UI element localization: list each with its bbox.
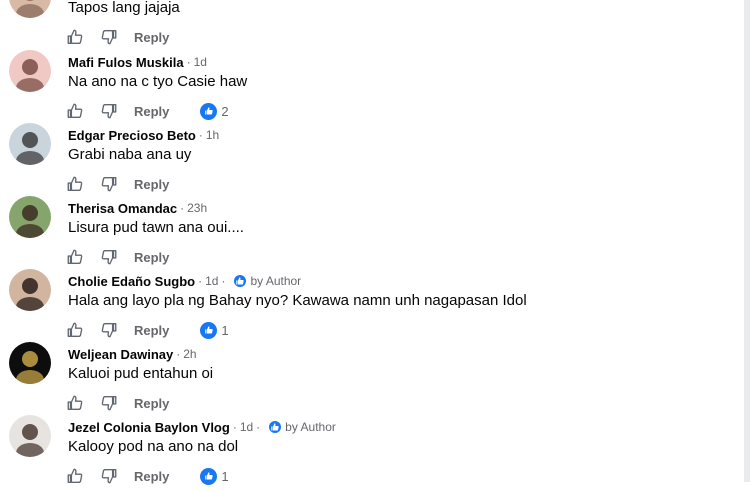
reply-button[interactable]: Reply	[134, 469, 169, 484]
author-badge-icon	[269, 421, 282, 433]
scrollbar-track[interactable]	[744, 0, 750, 482]
avatar[interactable]	[9, 0, 51, 18]
thumbs-up-icon[interactable]	[66, 394, 84, 412]
commenter-name[interactable]: Cholie Edaño Sugbo	[68, 274, 195, 289]
comment-text: Kaluoi pud entahun oi	[68, 365, 214, 382]
thumbs-up-icon[interactable]	[66, 321, 84, 339]
comment-item: Tapos lang jajaja Reply	[0, 0, 744, 52]
comment-timestamp[interactable]: 1d	[194, 55, 207, 69]
comment-item: Weljean Dawinay · 2h Kaluoi pud entahun oi R…	[0, 342, 744, 418]
commenter-name[interactable]: Mafi Fulos Muskila	[68, 55, 184, 70]
thumbs-down-icon[interactable]	[100, 321, 118, 339]
separator-dot: ·	[232, 420, 237, 434]
author-reaction-badge: by Author	[234, 274, 301, 288]
comment-meta: Edgar Precioso Beto · 1h	[68, 126, 219, 144]
comment-actions: Reply	[66, 393, 169, 413]
comment-text: Hala ang layo pla ng Bahay nyo? Kawawa n…	[68, 292, 527, 309]
comment-text: Tapos lang jajaja	[68, 0, 180, 16]
commenter-name[interactable]: Therisa Omandac	[68, 201, 177, 216]
thumbs-up-icon[interactable]	[66, 175, 84, 193]
commenter-name[interactable]: Weljean Dawinay	[68, 347, 173, 362]
thumbs-down-icon[interactable]	[100, 175, 118, 193]
comment-item: Mafi Fulos Muskila · 1d Na ano na c tyo Cas…	[0, 50, 744, 126]
avatar[interactable]	[9, 196, 51, 238]
reply-button[interactable]: Reply	[134, 30, 169, 45]
comment-timestamp[interactable]: 2h	[183, 347, 196, 361]
commenter-name[interactable]: Jezel Colonia Baylon Vlog	[68, 420, 230, 435]
author-badge-icon	[234, 275, 247, 287]
reaction-count-number: 1	[221, 322, 229, 338]
reaction-count[interactable]: 2	[200, 102, 229, 120]
thumbs-down-icon[interactable]	[100, 394, 118, 412]
comment-actions: Reply 1	[66, 320, 229, 340]
like-reaction-icon	[200, 102, 218, 120]
comment-actions: Reply	[66, 27, 169, 47]
comment-item: Jezel Colonia Baylon Vlog · 1d · by Author Ka…	[0, 415, 744, 491]
comment-meta: Mafi Fulos Muskila · 1d	[68, 53, 207, 71]
comment-text: Na ano na c tyo Casie haw	[68, 73, 248, 90]
comment-item: Edgar Precioso Beto · 1h Grabi naba ana uy R…	[0, 123, 744, 199]
comment-timestamp[interactable]: 1d	[240, 420, 253, 434]
reaction-count-number: 2	[221, 103, 229, 119]
thumbs-down-icon[interactable]	[100, 102, 118, 120]
separator-dot: ·	[176, 347, 181, 361]
comment-actions: Reply 2	[66, 101, 229, 121]
author-badge-label: by Author	[285, 420, 336, 434]
reaction-count[interactable]: 1	[200, 321, 229, 339]
comment-item: Therisa Omandac · 23h Lisura pud tawn ana o…	[0, 196, 744, 272]
thumbs-up-icon[interactable]	[66, 467, 84, 485]
comment-timestamp[interactable]: 1d	[205, 274, 218, 288]
avatar[interactable]	[9, 342, 51, 384]
comment-actions: Reply 1	[66, 466, 229, 486]
thumbs-up-icon[interactable]	[66, 102, 84, 120]
comment-timestamp[interactable]: 1h	[206, 128, 219, 142]
avatar[interactable]	[9, 123, 51, 165]
author-badge-label: by Author	[250, 274, 302, 288]
thumbs-up-icon[interactable]	[66, 248, 84, 266]
comment-actions: Reply	[66, 174, 169, 194]
comment-meta: Cholie Edaño Sugbo · 1d · by Author	[68, 272, 301, 290]
reply-button[interactable]: Reply	[134, 323, 169, 338]
separator-dot: ·	[221, 274, 226, 288]
avatar[interactable]	[9, 269, 51, 311]
reply-button[interactable]: Reply	[134, 396, 169, 411]
separator-dot: ·	[186, 55, 191, 69]
comment-timestamp[interactable]: 23h	[187, 201, 207, 215]
avatar[interactable]	[9, 50, 51, 92]
thumbs-down-icon[interactable]	[100, 467, 118, 485]
like-reaction-icon	[200, 321, 218, 339]
author-reaction-badge: by Author	[269, 420, 336, 434]
separator-dot: ·	[256, 420, 261, 434]
thumbs-up-icon[interactable]	[66, 28, 84, 46]
comment-meta: Jezel Colonia Baylon Vlog · 1d · by Author	[68, 418, 336, 436]
thumbs-down-icon[interactable]	[100, 248, 118, 266]
avatar[interactable]	[9, 415, 51, 457]
separator-dot: ·	[180, 201, 185, 215]
comment-text: Grabi naba ana uy	[68, 146, 192, 163]
comment-meta: Therisa Omandac · 23h	[68, 199, 207, 217]
thumbs-down-icon[interactable]	[100, 28, 118, 46]
comment-meta: Weljean Dawinay · 2h	[68, 345, 197, 363]
comment-text: Lisura pud tawn ana oui....	[68, 219, 244, 236]
separator-dot: ·	[198, 274, 203, 288]
reply-button[interactable]: Reply	[134, 250, 169, 265]
comment-item: Cholie Edaño Sugbo · 1d · by Author Hala ang …	[0, 269, 744, 345]
commenter-name[interactable]: Edgar Precioso Beto	[68, 128, 196, 143]
reaction-count-number: 1	[221, 468, 229, 484]
reply-button[interactable]: Reply	[134, 177, 169, 192]
comment-actions: Reply	[66, 247, 169, 267]
reply-button[interactable]: Reply	[134, 104, 169, 119]
separator-dot: ·	[198, 128, 203, 142]
comment-text: Kalooy pod na ano na dol	[68, 438, 239, 455]
